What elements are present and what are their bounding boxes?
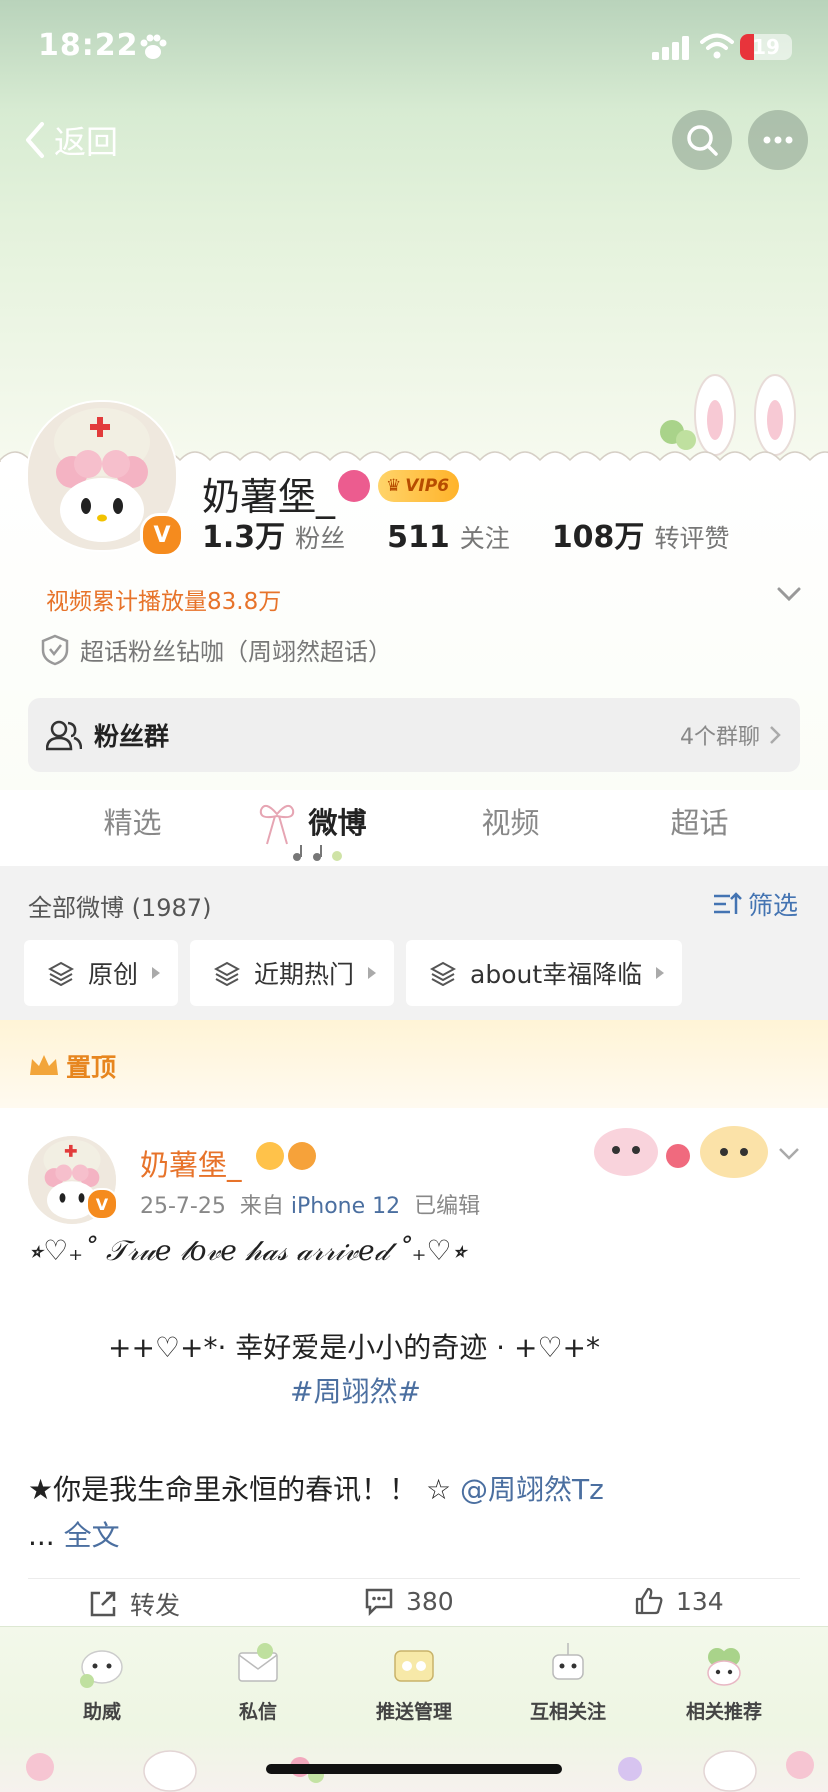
- clover-bunny-icon: [707, 1648, 741, 1686]
- paw-icon: [140, 34, 167, 59]
- filter-label: 筛选: [747, 891, 798, 920]
- post-edited: 已编辑: [414, 1194, 481, 1219]
- post-hashtag[interactable]: #周翊然#: [290, 1370, 421, 1410]
- shield-icon: [41, 634, 69, 665]
- vip-badge[interactable]: ♛ VIP6: [378, 470, 460, 502]
- triangle-right-icon: [656, 967, 665, 979]
- verified-badge-icon: V: [86, 1188, 118, 1220]
- layers-icon: [430, 961, 457, 986]
- status-time: 18:22: [38, 28, 139, 63]
- fans-group-count: 4个群聊: [680, 725, 760, 750]
- chevron-left-icon: [26, 122, 44, 158]
- post-meta: 25-7-25 来自 iPhone 12 已编辑: [140, 1188, 480, 1220]
- robot-bunny-icon: [552, 1643, 584, 1680]
- profile-tabs: 精选 微博 视频 超话: [0, 790, 828, 866]
- repost-button[interactable]: 转发: [88, 1586, 180, 1622]
- search-button[interactable]: [672, 110, 732, 170]
- push-settings-button[interactable]: 推送管理: [354, 1637, 474, 1724]
- kitty-cheer-icon: [80, 1650, 123, 1688]
- cheer-button[interactable]: 助威: [42, 1637, 162, 1724]
- author-badges: [256, 1142, 320, 1170]
- comment-icon: [365, 1588, 393, 1616]
- chip-about[interactable]: about幸福降临: [406, 940, 683, 1006]
- crown-icon: [30, 1055, 58, 1075]
- pinned-post[interactable]: V 奶薯堡_ 25-7-25 来自 iPhone 12 已编辑 ⭒♡₊˚ 𝒯𝓇𝓊…: [0, 1108, 828, 1628]
- fans-group-entry[interactable]: 粉丝群 4个群聊: [28, 698, 800, 772]
- tab-video[interactable]: 视频: [416, 790, 605, 866]
- pinned-label: 置顶: [28, 1048, 116, 1084]
- tab-weibo-label: 微博: [308, 806, 367, 840]
- verified-badge-icon: V: [140, 513, 184, 557]
- triangle-right-icon: [368, 967, 377, 979]
- flower-bunny-decoration-icon: [26, 1750, 814, 1792]
- post-text-line-1: ⭒♡₊˚ 𝒯𝓇𝓊𝑒 𝓁𝑜𝓋𝑒 𝒽𝒶𝓈 𝒶𝓇𝓇𝒾𝓋𝑒𝒹 ˚₊♡⭒: [28, 1234, 467, 1267]
- battery-level: 19: [752, 35, 780, 59]
- status-bar: 18:22 19: [0, 28, 828, 72]
- profile-stats: 1.3万 粉丝 511 关注 108万 转评赞: [202, 512, 771, 556]
- comment-button[interactable]: 380: [364, 1586, 454, 1616]
- wifi-icon: [700, 33, 734, 59]
- fish-badge-icon: [288, 1142, 316, 1170]
- search-rank-icon[interactable]: [338, 470, 370, 502]
- vip-level: VIP6: [405, 476, 450, 496]
- fans-group-title: 粉丝群: [94, 722, 170, 751]
- search-icon: [687, 125, 718, 156]
- stat-likes[interactable]: 108万 转评赞: [552, 512, 730, 556]
- back-button[interactable]: 返回: [22, 118, 118, 162]
- thumbs-up-icon: [635, 1587, 663, 1615]
- post-date: 25-7-25: [140, 1194, 226, 1219]
- share-icon: [90, 1591, 116, 1617]
- divider: [28, 1578, 800, 1579]
- chevron-down-icon[interactable]: [774, 582, 804, 606]
- supertopic-label: 超话粉丝钻咖（周翊然超话）: [80, 638, 392, 666]
- post-text-line-4: ... 全文: [28, 1519, 120, 1552]
- crown-icon: ♛: [386, 476, 402, 496]
- stat-followers[interactable]: 1.3万 粉丝: [202, 512, 345, 556]
- stat-following[interactable]: 511 关注: [387, 519, 510, 555]
- video-plays-count: 视频累计播放量83.8万: [46, 589, 282, 615]
- post-device[interactable]: iPhone 12: [291, 1194, 400, 1219]
- post-author[interactable]: 奶薯堡_: [140, 1142, 242, 1184]
- chevron-right-icon: [770, 726, 781, 744]
- pinned-header: 置顶: [0, 1020, 828, 1108]
- more-icon: [763, 136, 793, 144]
- post-text-line-2: ++♡+*· 幸好爱是小小的奇迹 · +♡+*: [108, 1331, 601, 1364]
- filter-button[interactable]: 筛选: [712, 886, 798, 922]
- chip-original[interactable]: 原创: [24, 940, 179, 1006]
- tab-weibo[interactable]: 微博: [227, 790, 416, 866]
- filter-chips: 原创 近期热门 about幸福降临: [24, 940, 694, 1006]
- filter-icon: [713, 892, 742, 914]
- triangle-right-icon: [152, 967, 161, 979]
- signal-icon: [652, 36, 689, 60]
- letter-icon: [238, 1643, 278, 1682]
- post-text-line-3: ★你是我生命里永恒的春讯！！ ☆ @周翊然Tz: [28, 1473, 604, 1506]
- post-filter-area: 全部微博 (1987) 筛选 原创 近期热门 about幸福降临: [0, 866, 828, 1020]
- related-recommend-button[interactable]: 相关推荐: [664, 1637, 784, 1724]
- back-label: 返回: [54, 123, 119, 161]
- more-button[interactable]: [748, 110, 808, 170]
- home-indicator[interactable]: [266, 1764, 562, 1774]
- profile-page: 18:22 19 返回 V 奶薯堡_ ♛ VIP6 1.3万 粉丝 511 关注…: [0, 0, 828, 1792]
- all-posts-count: 全部微博 (1987): [28, 894, 212, 922]
- post-from: 来自: [239, 1194, 284, 1219]
- group-icon: [46, 720, 82, 751]
- chevron-down-icon[interactable]: [776, 1144, 802, 1164]
- mutual-follow-button[interactable]: 互相关注: [508, 1637, 628, 1724]
- sticker-decoration-icon: [594, 1126, 768, 1178]
- tab-supertopic[interactable]: 超话: [605, 790, 794, 866]
- bow-icon: [259, 804, 295, 845]
- battery-indicator: 19: [740, 34, 792, 60]
- message-button[interactable]: 私信: [198, 1637, 318, 1724]
- chip-recent-hot[interactable]: 近期热门: [190, 940, 395, 1006]
- radio-icon: [394, 1650, 434, 1682]
- supertopic-badge[interactable]: 超话粉丝钻咖（周翊然超话）: [40, 632, 392, 667]
- full-text-link[interactable]: 全文: [64, 1519, 120, 1552]
- like-button[interactable]: 134: [634, 1586, 724, 1616]
- layers-icon: [48, 961, 74, 986]
- music-notes-icon: [293, 845, 342, 861]
- post-mention[interactable]: @周翊然Tz: [460, 1473, 604, 1506]
- crown-badge-icon: [256, 1142, 284, 1170]
- tab-featured[interactable]: 精选: [38, 790, 227, 866]
- layers-icon: [214, 961, 241, 986]
